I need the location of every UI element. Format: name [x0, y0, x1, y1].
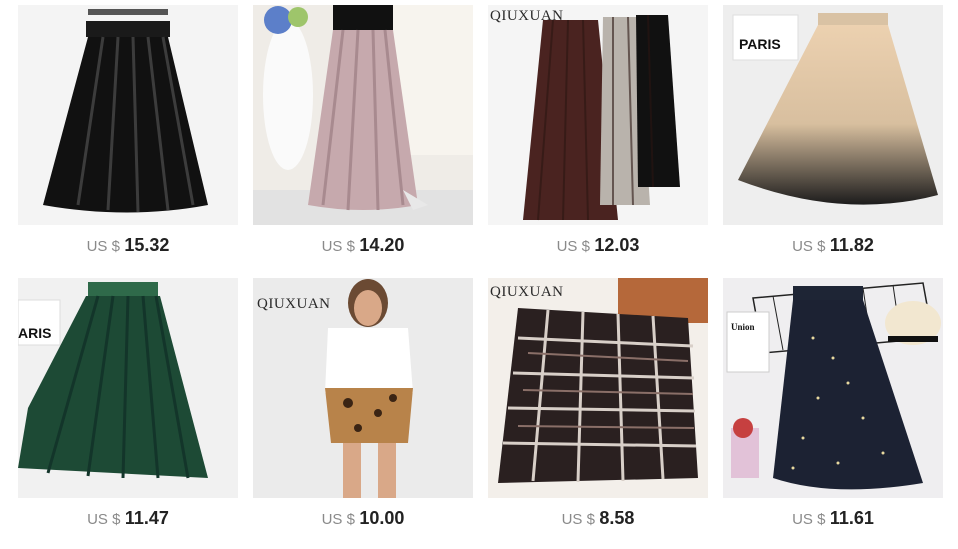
product-image[interactable]: QIUXUAN — [253, 278, 473, 498]
leopard-mini-skirt-photo: QIUXUAN — [253, 278, 473, 498]
currency-label: US $ — [792, 511, 826, 528]
price-value: 12.03 — [594, 235, 640, 255]
price-row: US $ 11.82 — [723, 235, 943, 256]
product-image[interactable]: QIUXUAN — [488, 5, 708, 225]
plaid-tweed-skirt-photo: QIUXUAN — [488, 278, 708, 498]
product-grid: US $ 15.32 US $ 14.20 QIUXUAN US $ 12.03… — [0, 0, 958, 549]
price-row: US $ 15.32 — [18, 235, 238, 256]
union-card: Union — [731, 322, 755, 332]
currency-label: US $ — [87, 511, 121, 528]
currency-label: US $ — [86, 238, 120, 255]
price-row: US $ 11.47 — [18, 508, 238, 529]
ombre-tulle-skirt-photo: PARIS — [723, 5, 943, 225]
price-row: US $ 14.20 — [253, 235, 473, 256]
currency-label: US $ — [792, 238, 826, 255]
price-row: US $ 11.61 — [723, 508, 943, 529]
currency-label: US $ — [321, 238, 355, 255]
currency-label: US $ — [556, 238, 590, 255]
price-value: 11.47 — [124, 508, 169, 528]
black-pleated-skirt-photo — [18, 5, 238, 225]
price-row: US $ 10.00 — [253, 508, 473, 529]
velvet-pleated-skirts-photo: QIUXUAN — [488, 5, 708, 225]
price-value: 11.82 — [829, 235, 874, 255]
price-value: 8.58 — [599, 508, 635, 528]
product-image[interactable]: Union — [723, 278, 943, 498]
price-value: 14.20 — [359, 235, 405, 255]
product-image[interactable]: QIUXUAN — [488, 278, 708, 498]
mauve-pleated-skirt-photo — [253, 5, 473, 225]
brand-watermark: QIUXUAN — [490, 284, 564, 300]
navy-sequin-skirt-photo: Union — [723, 278, 943, 498]
price-row: US $ 8.58 — [488, 508, 708, 529]
brand-watermark: QIUXUAN — [257, 296, 331, 312]
currency-label: US $ — [561, 511, 595, 528]
price-value: 11.61 — [829, 508, 874, 528]
price-value: 15.32 — [124, 235, 170, 255]
product-image[interactable]: PARIS — [723, 5, 943, 225]
price-row: US $ 12.03 — [488, 235, 708, 256]
paris-sign: ARIS — [18, 325, 51, 341]
price-value: 10.00 — [359, 508, 405, 528]
product-image[interactable] — [18, 5, 238, 225]
paris-sign: PARIS — [739, 36, 781, 52]
green-pleated-skirt-photo: ARIS — [18, 278, 238, 498]
currency-label: US $ — [321, 511, 355, 528]
product-image[interactable]: ARIS — [18, 278, 238, 498]
product-image[interactable] — [253, 5, 473, 225]
